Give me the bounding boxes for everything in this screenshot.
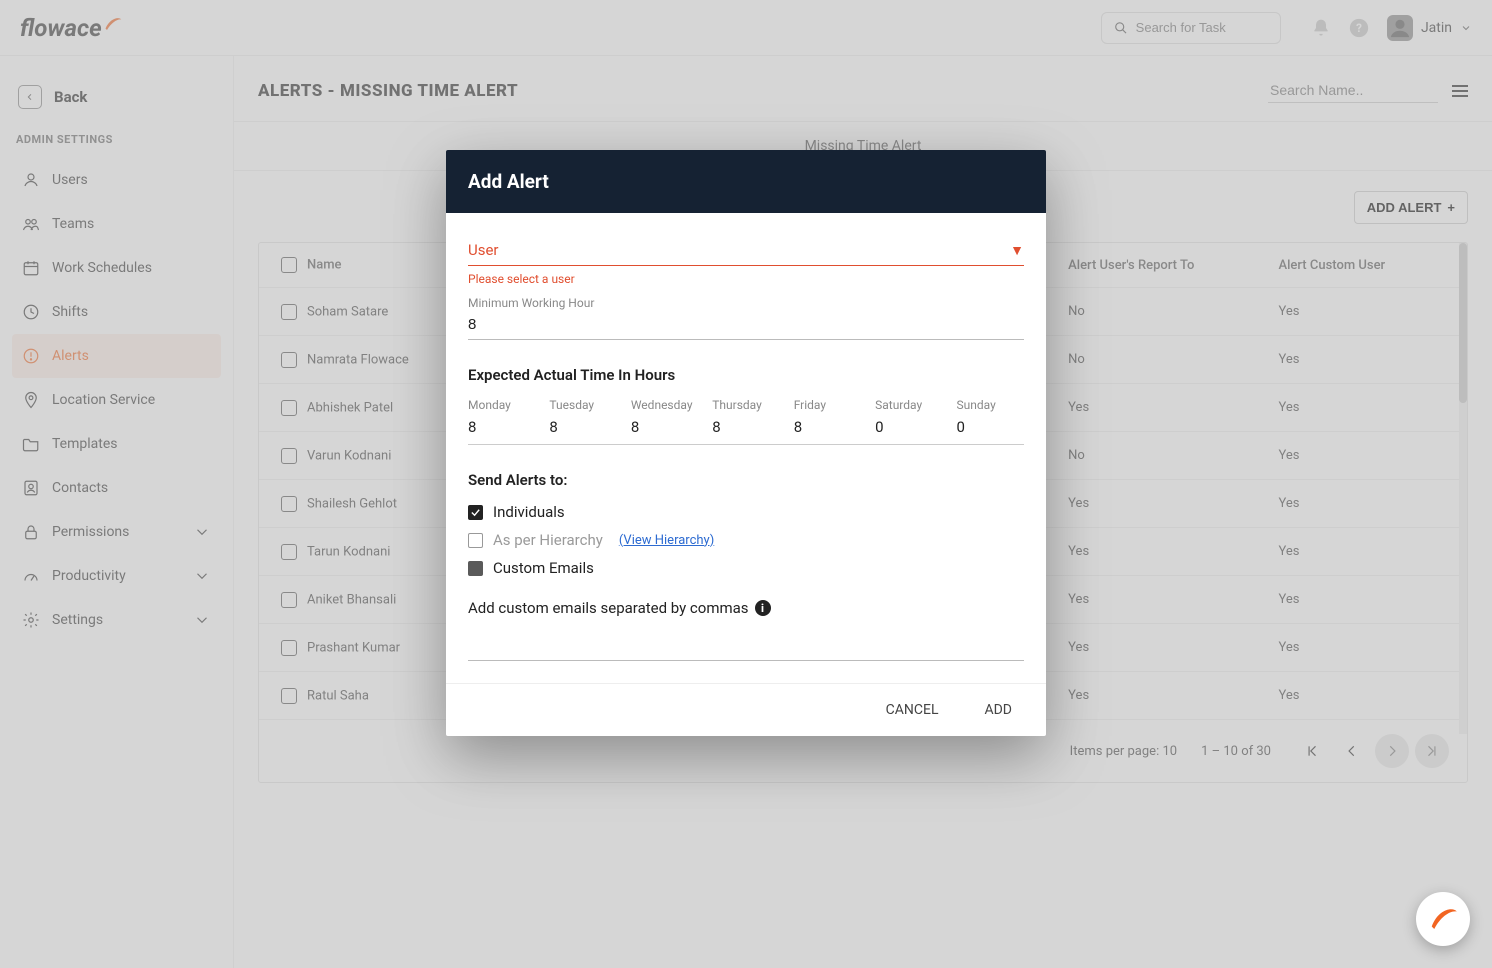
min-hour-label: Minimum Working Hour (468, 296, 1024, 310)
day-col[interactable]: Friday 8 (794, 398, 861, 436)
custom-emails-label: Add custom emails separated by commas (468, 599, 749, 617)
day-label: Friday (794, 398, 861, 412)
day-value: 0 (957, 418, 1024, 436)
min-hour-input[interactable] (468, 310, 1024, 340)
send-alerts-title: Send Alerts to: (468, 471, 1024, 489)
day-label: Saturday (875, 398, 942, 412)
day-col[interactable]: Saturday 0 (875, 398, 942, 436)
checkbox-checked-icon (468, 505, 483, 520)
modal-title: Add Alert (446, 150, 1046, 213)
day-label: Sunday (957, 398, 1024, 412)
day-value: 8 (549, 418, 616, 436)
day-value: 0 (875, 418, 942, 436)
opt-hierarchy[interactable]: As per Hierarchy (View Hierarchy) (468, 531, 1024, 549)
day-value: 8 (468, 418, 535, 436)
opt-individuals[interactable]: Individuals (468, 503, 1024, 521)
days-row: Monday8Tuesday8Wednesday8Thursday8Friday… (468, 398, 1024, 445)
day-col[interactable]: Thursday 8 (712, 398, 779, 436)
info-icon[interactable]: i (755, 600, 771, 616)
opt-individuals-label: Individuals (493, 503, 565, 521)
add-alert-modal: Add Alert User ▼ Please select a user Mi… (446, 150, 1046, 736)
add-button[interactable]: ADD (984, 702, 1012, 718)
checkbox-dark-icon (468, 561, 483, 576)
user-select-label: User (468, 241, 499, 259)
opt-custom-emails[interactable]: Custom Emails (468, 559, 1024, 577)
day-col[interactable]: Tuesday 8 (549, 398, 616, 436)
opt-custom-label: Custom Emails (493, 559, 594, 577)
day-label: Thursday (712, 398, 779, 412)
user-select-error: Please select a user (468, 272, 1024, 286)
checkbox-empty-icon (468, 533, 483, 548)
opt-hierarchy-label: As per Hierarchy (493, 531, 603, 549)
cancel-button[interactable]: CANCEL (886, 702, 939, 718)
user-select-field[interactable]: User ▼ Please select a user (468, 241, 1024, 286)
day-col[interactable]: Monday 8 (468, 398, 535, 436)
day-col[interactable]: Wednesday 8 (631, 398, 698, 436)
day-label: Tuesday (549, 398, 616, 412)
modal-scrim[interactable]: Add Alert User ▼ Please select a user Mi… (0, 0, 1492, 968)
day-value: 8 (631, 418, 698, 436)
day-label: Monday (468, 398, 535, 412)
view-hierarchy-link[interactable]: (View Hierarchy) (619, 533, 714, 548)
day-value: 8 (794, 418, 861, 436)
expected-time-title: Expected Actual Time In Hours (468, 366, 1024, 384)
day-col[interactable]: Sunday 0 (957, 398, 1024, 436)
day-label: Wednesday (631, 398, 698, 412)
day-value: 8 (712, 418, 779, 436)
custom-emails-input[interactable] (468, 631, 1024, 661)
caret-down-icon: ▼ (1010, 242, 1024, 259)
help-fab[interactable] (1416, 892, 1470, 946)
